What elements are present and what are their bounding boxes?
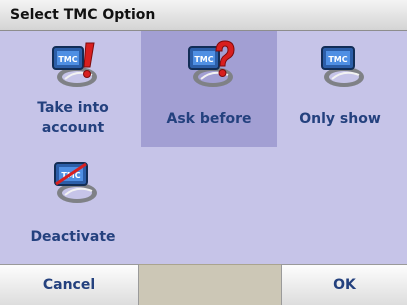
title-bar: Select TMC Option: [0, 0, 407, 31]
svg-text:TMC: TMC: [58, 55, 77, 64]
option-label: account: [41, 120, 105, 136]
tmc-alert-icon: TMC: [52, 42, 97, 87]
option-label: Ask before: [166, 111, 252, 127]
option-only-show[interactable]: TMC Only show: [272, 31, 407, 147]
option-label: Take into: [37, 100, 109, 116]
empty-button-slot: [139, 264, 281, 305]
cancel-button[interactable]: Cancel: [0, 264, 139, 305]
svg-text:TMC: TMC: [194, 55, 213, 64]
tmc-question-icon: TMC: [188, 40, 235, 87]
option-label: Only show: [299, 111, 381, 127]
option-grid: TMC Take into account TMC Ask before TMC…: [0, 31, 407, 264]
svg-text:TMC: TMC: [328, 55, 347, 64]
tmc-icon: TMC: [321, 46, 364, 87]
option-deactivate[interactable]: TMC Deactivate: [5, 147, 141, 263]
option-label: Deactivate: [30, 229, 116, 245]
tmc-deactivated-icon: TMC: [54, 162, 97, 203]
option-take-into-account[interactable]: TMC Take into account: [5, 31, 141, 147]
ok-button[interactable]: OK: [281, 264, 407, 305]
window-title: Select TMC Option: [10, 7, 156, 23]
button-bar: Cancel OK: [0, 264, 407, 305]
option-ask-before[interactable]: TMC Ask before: [141, 31, 277, 147]
